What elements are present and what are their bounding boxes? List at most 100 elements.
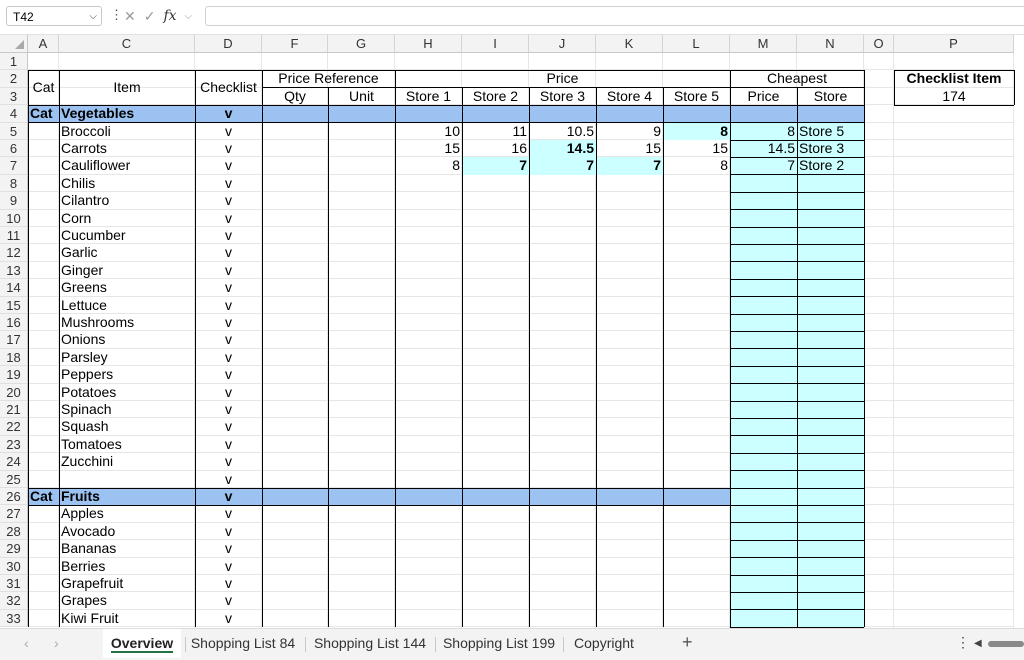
- row-header-29[interactable]: 29: [0, 540, 28, 558]
- item-name[interactable]: Grapefruit: [59, 575, 195, 592]
- store-header[interactable]: Store 3: [529, 88, 596, 105]
- enter-icon[interactable]: ✓: [144, 8, 156, 25]
- row-header-8[interactable]: 8: [0, 174, 28, 193]
- item-name[interactable]: Broccoli: [59, 123, 195, 140]
- item-name[interactable]: Mushrooms: [59, 314, 195, 331]
- sheet-tab-shopping-list-199[interactable]: Shopping List 199: [436, 629, 562, 658]
- sheet-tab-copyright[interactable]: Copyright: [564, 629, 644, 658]
- column-header-m[interactable]: M: [730, 35, 797, 53]
- chevron-down-icon[interactable]: ⌵: [185, 11, 193, 22]
- category-label[interactable]: Cat: [28, 488, 59, 505]
- insert-function-icon[interactable]: fx: [163, 8, 176, 24]
- item-name[interactable]: Apples: [59, 505, 195, 522]
- row-header-15[interactable]: 15: [0, 296, 28, 314]
- store-price[interactable]: 8: [663, 157, 730, 174]
- name-box[interactable]: T42 ⌵: [6, 6, 102, 26]
- item-name[interactable]: Corn: [59, 210, 195, 227]
- store-header[interactable]: Store 1: [395, 88, 462, 105]
- store-price[interactable]: 7: [596, 157, 663, 174]
- column-header-c[interactable]: C: [59, 35, 195, 53]
- row-header-17[interactable]: 17: [0, 331, 28, 349]
- store-header[interactable]: Store 4: [596, 88, 663, 105]
- chevron-right-icon[interactable]: ›: [54, 635, 59, 651]
- column-header-k[interactable]: K: [596, 35, 663, 53]
- item-header[interactable]: Item: [59, 70, 195, 105]
- row-header-31[interactable]: 31: [0, 575, 28, 593]
- cheapest-price[interactable]: 14.5: [730, 140, 797, 157]
- store-price[interactable]: 8: [663, 123, 730, 140]
- item-check[interactable]: v: [195, 140, 262, 157]
- category-label[interactable]: Cat: [28, 105, 59, 122]
- item-check[interactable]: v: [195, 505, 262, 522]
- store-price[interactable]: 11: [462, 123, 529, 140]
- select-all-corner[interactable]: [0, 35, 28, 53]
- formula-input[interactable]: [205, 6, 1024, 26]
- item-check[interactable]: v: [195, 436, 262, 453]
- column-header-i[interactable]: I: [462, 35, 529, 53]
- column-header-h[interactable]: H: [395, 35, 462, 53]
- item-check[interactable]: v: [195, 592, 262, 609]
- cheapest-price-header[interactable]: Price: [730, 88, 797, 105]
- item-name[interactable]: Chilis: [59, 175, 195, 192]
- item-name[interactable]: Potatoes: [59, 384, 195, 401]
- chevron-left-icon[interactable]: ‹: [24, 635, 29, 651]
- checklist-header[interactable]: Checklist: [195, 70, 262, 105]
- store-price[interactable]: 10.5: [529, 123, 596, 140]
- cheapest-header[interactable]: Cheapest: [730, 70, 864, 87]
- price-reference-header[interactable]: Price Reference: [262, 70, 395, 87]
- item-name[interactable]: Garlic: [59, 244, 195, 261]
- chevron-down-icon[interactable]: ⌵: [89, 7, 97, 27]
- item-name[interactable]: Bananas: [59, 540, 195, 557]
- horizontal-scrollbar[interactable]: ◀: [972, 638, 1024, 650]
- item-check[interactable]: v: [195, 610, 262, 627]
- store-price[interactable]: 15: [596, 140, 663, 157]
- store-price[interactable]: 7: [529, 157, 596, 174]
- add-sheet-icon[interactable]: +: [682, 632, 693, 653]
- item-name[interactable]: Greens: [59, 279, 195, 296]
- item-check[interactable]: v: [195, 297, 262, 314]
- cheapest-store[interactable]: Store 2: [797, 157, 864, 174]
- item-check[interactable]: v: [195, 192, 262, 209]
- item-name[interactable]: Onions: [59, 331, 195, 348]
- store-header[interactable]: Store 5: [663, 88, 730, 105]
- item-check[interactable]: v: [195, 331, 262, 348]
- row-header-9[interactable]: 9: [0, 192, 28, 210]
- column-header-p[interactable]: P: [894, 35, 1014, 53]
- scroll-left-icon[interactable]: ◀: [974, 638, 982, 649]
- qty-header[interactable]: Qty: [262, 88, 328, 105]
- cat-header[interactable]: Cat: [28, 70, 59, 105]
- row-header-5[interactable]: 5: [0, 122, 28, 140]
- item-check[interactable]: v: [195, 244, 262, 261]
- row-header-21[interactable]: 21: [0, 401, 28, 419]
- store-price[interactable]: 8: [395, 157, 462, 174]
- row-header-6[interactable]: 6: [0, 140, 28, 158]
- row-header-1[interactable]: 1: [0, 53, 28, 71]
- item-check[interactable]: v: [195, 575, 262, 592]
- item-name[interactable]: Peppers: [59, 366, 195, 383]
- cheapest-store[interactable]: Store 5: [797, 123, 864, 140]
- scrollbar-thumb[interactable]: [988, 641, 1024, 647]
- row-header-19[interactable]: 19: [0, 366, 28, 384]
- item-check[interactable]: v: [195, 349, 262, 366]
- row-header-33[interactable]: 33: [0, 609, 28, 628]
- row-header-2[interactable]: 2: [0, 70, 28, 88]
- item-name[interactable]: Cucumber: [59, 227, 195, 244]
- item-check[interactable]: v: [195, 471, 262, 488]
- column-header-d[interactable]: D: [195, 35, 262, 53]
- item-name[interactable]: Cilantro: [59, 192, 195, 209]
- column-header-l[interactable]: L: [663, 35, 730, 53]
- column-header-f[interactable]: F: [262, 35, 328, 53]
- column-header-j[interactable]: J: [529, 35, 596, 53]
- item-check[interactable]: v: [195, 384, 262, 401]
- item-name[interactable]: Lettuce: [59, 297, 195, 314]
- column-header-n[interactable]: N: [797, 35, 864, 53]
- row-header-23[interactable]: 23: [0, 435, 28, 454]
- price-header[interactable]: Price: [395, 70, 730, 87]
- row-header-16[interactable]: 16: [0, 314, 28, 332]
- item-check[interactable]: v: [195, 366, 262, 383]
- row-header-32[interactable]: 32: [0, 592, 28, 610]
- row-header-27[interactable]: 27: [0, 505, 28, 523]
- item-name[interactable]: Kiwi Fruit: [59, 610, 195, 627]
- store-price[interactable]: 14.5: [529, 140, 596, 157]
- cheapest-store-header[interactable]: Store: [797, 88, 864, 105]
